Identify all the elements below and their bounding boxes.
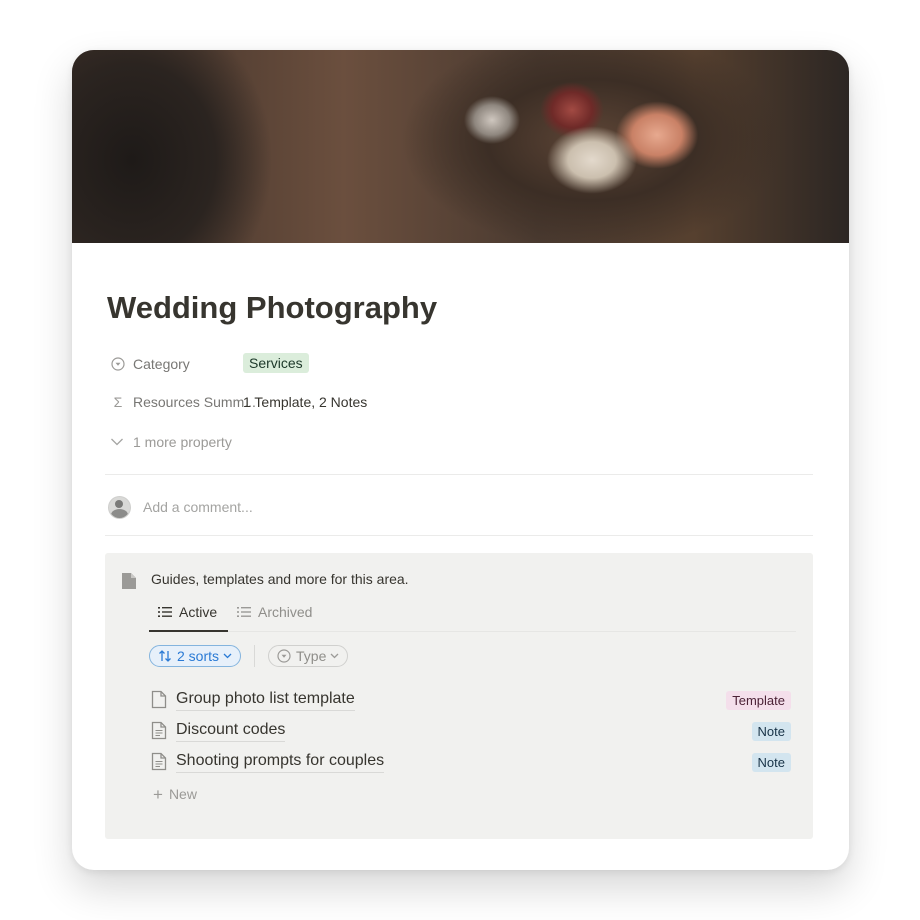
page-title[interactable]: Wedding Photography <box>107 290 437 326</box>
tab-label: Archived <box>258 604 313 620</box>
new-item-button[interactable]: + New <box>153 783 197 805</box>
sigma-icon: Σ <box>113 394 123 410</box>
tab-archived[interactable]: Archived <box>237 593 312 631</box>
page-text-icon <box>151 752 169 772</box>
property-name: Resources Summ... <box>133 394 256 410</box>
comment-row[interactable]: Add a comment... <box>108 494 253 520</box>
chevron-down-icon <box>223 653 232 659</box>
divider <box>105 474 813 475</box>
select-icon <box>110 356 126 372</box>
page-text-icon <box>151 721 169 741</box>
page-icon <box>151 690 169 710</box>
item-title[interactable]: Discount codes <box>176 720 286 742</box>
new-label: New <box>168 786 197 802</box>
tab-active[interactable]: Active <box>149 593 228 632</box>
type-label: Type <box>296 648 327 664</box>
avatar <box>108 495 131 519</box>
item-title[interactable]: Group photo list template <box>176 689 355 711</box>
list-item[interactable]: Group photo list template Template <box>151 686 791 714</box>
callout-text: Guides, templates and more for this area… <box>151 571 409 587</box>
type-filter-button[interactable]: Type <box>268 645 349 667</box>
sort-icon <box>158 649 172 663</box>
filter-bar: 2 sorts Type <box>149 643 349 669</box>
more-properties-toggle[interactable]: 1 more property <box>110 431 232 453</box>
chevron-down-icon <box>330 653 339 659</box>
chevron-down-icon <box>110 437 124 447</box>
list-icon <box>237 606 251 618</box>
page-card: Wedding Photography Category Services Σ … <box>72 50 849 870</box>
property-value-category[interactable]: Services <box>243 353 309 373</box>
cover-image[interactable] <box>72 50 849 243</box>
tag-badge: Note <box>751 721 791 741</box>
tab-label: Active <box>179 604 218 620</box>
list-item[interactable]: Discount codes Note <box>151 717 791 745</box>
sorts-button[interactable]: 2 sorts <box>149 645 242 667</box>
divider <box>105 535 813 536</box>
tag-badge: Note <box>751 752 791 772</box>
comment-input[interactable]: Add a comment... <box>143 499 253 515</box>
category-tag[interactable]: Services <box>243 353 309 373</box>
list-item[interactable]: Shooting prompts for couples Note <box>151 748 791 776</box>
divider <box>254 645 256 667</box>
item-title[interactable]: Shooting prompts for couples <box>176 751 385 773</box>
resources-callout: Guides, templates and more for this area… <box>105 553 813 839</box>
property-value-resources-summary: 1 Template, 2 Notes <box>243 394 368 410</box>
select-icon <box>277 649 291 663</box>
property-name: Category <box>133 356 190 372</box>
more-properties-label: 1 more property <box>133 434 232 450</box>
plus-icon: + <box>153 784 163 804</box>
property-resources-summary[interactable]: Σ Resources Summ... <box>110 390 256 414</box>
property-category[interactable]: Category <box>110 352 190 376</box>
document-icon <box>121 572 137 595</box>
sorts-label: 2 sorts <box>177 648 220 664</box>
tag-badge: Template <box>726 690 791 710</box>
view-tabs: Active Archived <box>149 593 796 632</box>
list-icon <box>158 606 172 618</box>
